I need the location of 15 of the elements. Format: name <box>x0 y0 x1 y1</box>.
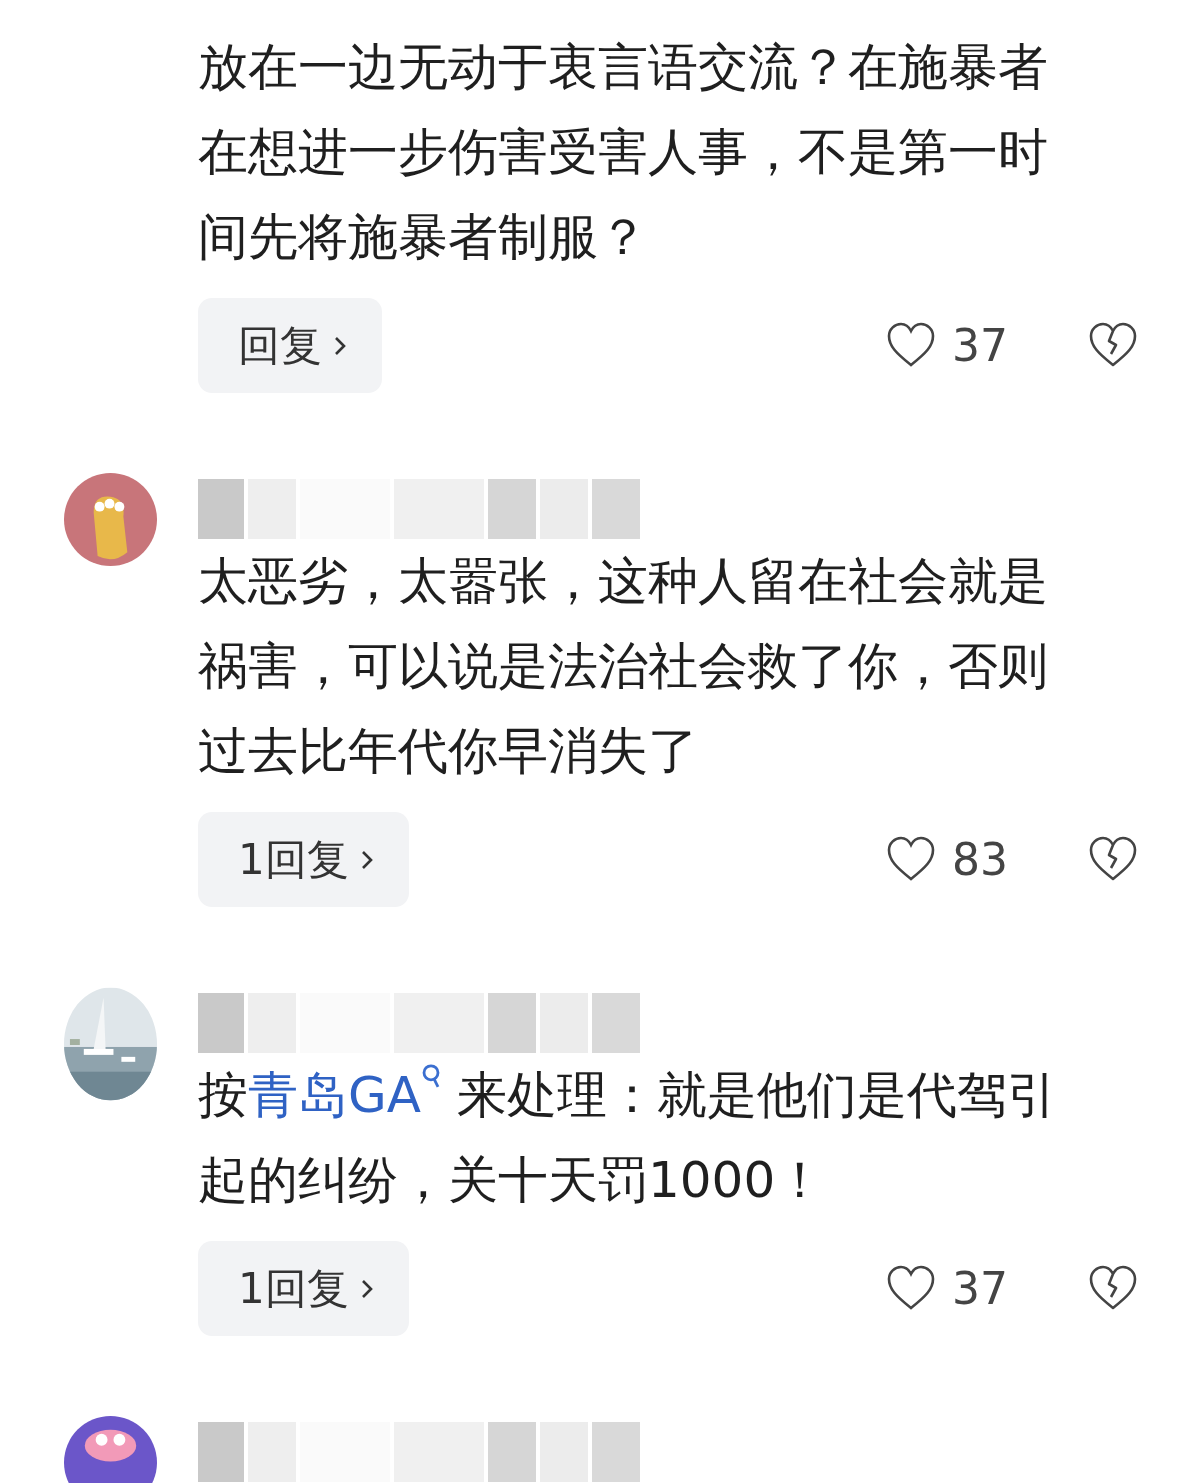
chevron-icon <box>360 1277 373 1300</box>
chevron-icon <box>334 334 346 357</box>
avatar[interactable] <box>64 1416 157 1483</box>
comment-text: 太恶劣，太嚣张，这种人留在社会就是 祸害，可以说是法治社会救了你，否则 过去比年代你早消失了 <box>198 551 1049 782</box>
reply-button[interactable]: 1回复 <box>198 812 409 907</box>
chevron-icon <box>360 848 373 871</box>
reply-button[interactable]: 回复 <box>198 298 382 393</box>
comment-text: 按青岛GA 来处理：就是他们是代驾引 起的纠纷，关十天罚1000！ <box>198 1053 1138 1223</box>
avatar[interactable] <box>64 473 157 566</box>
link[interactable]: 青岛GA <box>248 1066 441 1124</box>
comment-text: 放在一边无动于衷言语交流？在施暴者 在想进一步伤害受害人事，不是第一时 间先将施暴者制服？ <box>198 37 1049 268</box>
reply-button[interactable]: 1回复 <box>198 1241 409 1336</box>
like-count: 37 <box>952 320 1008 371</box>
like-count: 83 <box>952 834 1008 885</box>
like-count: 37 <box>952 1263 1008 1314</box>
